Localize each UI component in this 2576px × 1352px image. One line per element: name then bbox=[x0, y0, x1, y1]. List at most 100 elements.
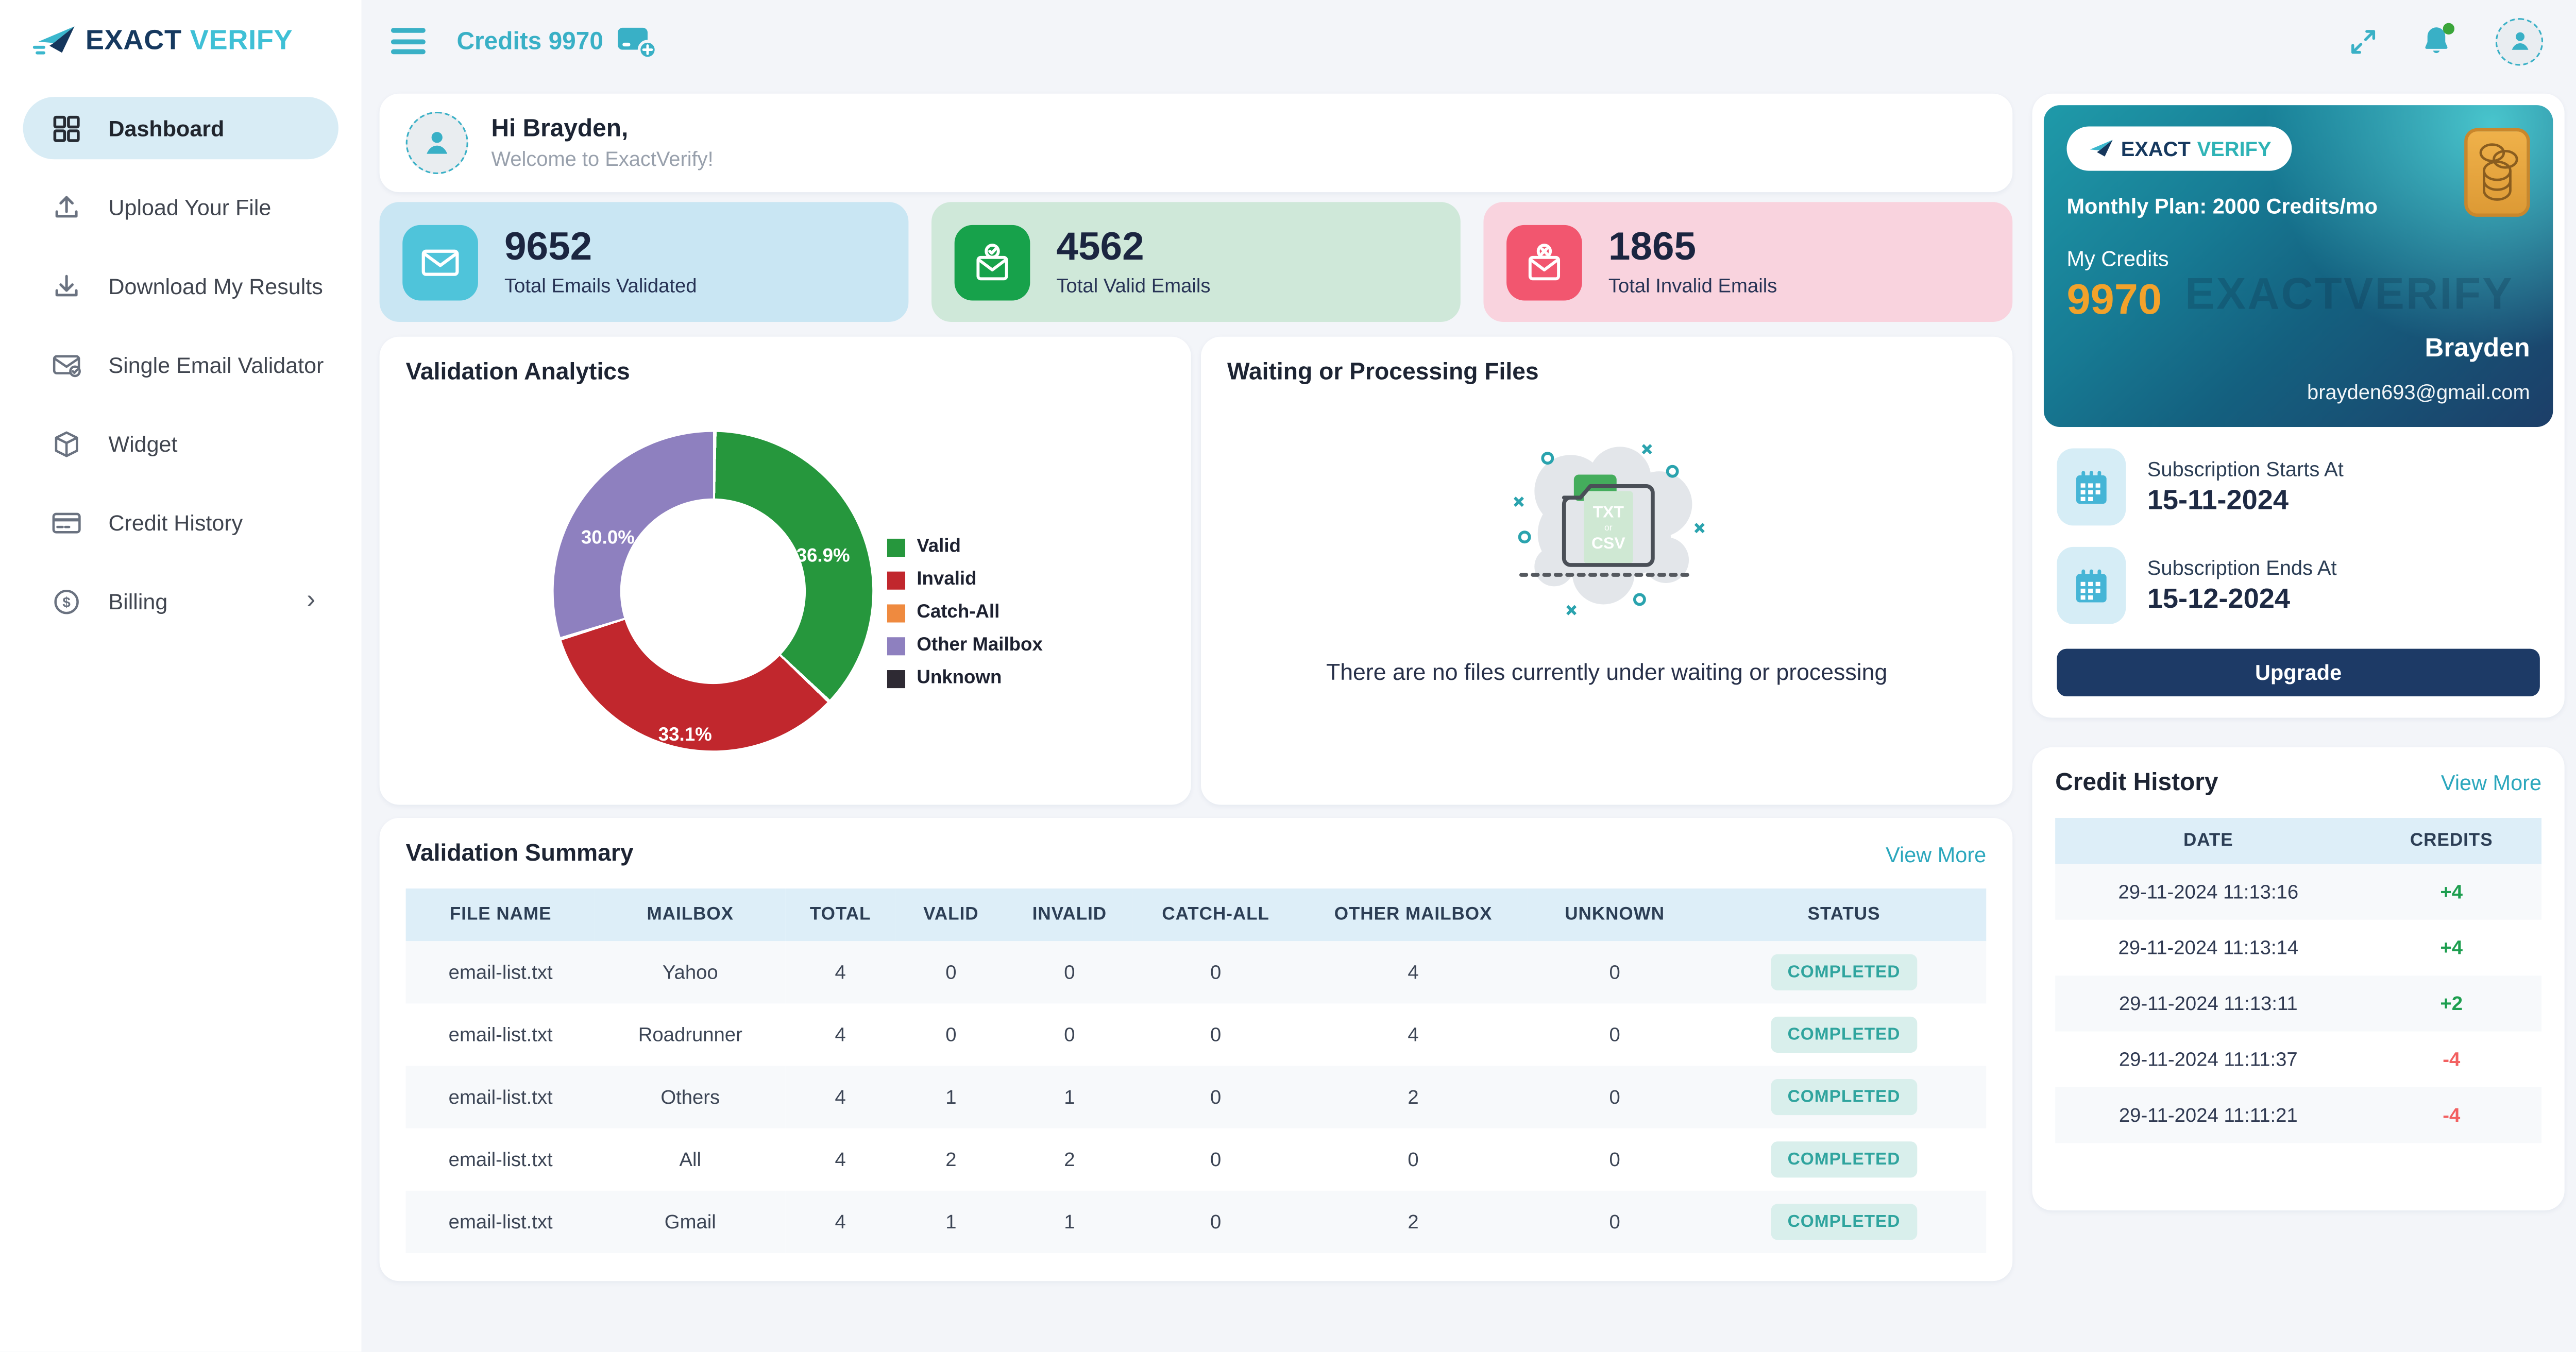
sidebar-item-billing[interactable]: $ Billing › bbox=[23, 570, 338, 632]
table-cell: All bbox=[596, 1128, 785, 1191]
credit-history-row: 29-11-2024 11:13:14+4 bbox=[2055, 920, 2541, 976]
topbar: Credits 9970 bbox=[362, 0, 2576, 82]
panel-title: Validation Analytics bbox=[406, 360, 1165, 386]
legend-item[interactable]: Unknown bbox=[887, 669, 1043, 688]
legend-item[interactable]: Valid bbox=[887, 537, 1043, 557]
credit-date: 29-11-2024 11:11:21 bbox=[2055, 1104, 2361, 1127]
widget-box-icon bbox=[51, 428, 82, 459]
view-more-link[interactable]: View More bbox=[1886, 842, 1986, 866]
credit-amount: -4 bbox=[2361, 1048, 2541, 1071]
fullscreen-button[interactable] bbox=[2349, 27, 2377, 55]
subscription-panel: EXACTVERIFY Monthly Plan: 2000 Credits/m… bbox=[2032, 94, 2565, 718]
email-check-icon bbox=[51, 349, 82, 381]
table-cell: 0 bbox=[1528, 1128, 1701, 1191]
column-header: TOTAL bbox=[785, 888, 896, 941]
monthly-plan-text: Monthly Plan: 2000 Credits/mo bbox=[2066, 194, 2530, 218]
legend-label: Unknown bbox=[917, 669, 1002, 688]
credit-date: 29-11-2024 11:13:14 bbox=[2055, 936, 2361, 960]
paper-plane-logo-icon bbox=[33, 23, 77, 58]
legend-swatch bbox=[887, 637, 905, 655]
table-cell: 4 bbox=[1299, 941, 1528, 1003]
sidebar-item-widget[interactable]: Widget bbox=[23, 412, 338, 474]
person-icon bbox=[420, 127, 453, 160]
welcome-subtitle: Welcome to ExactVerify! bbox=[491, 146, 713, 173]
svg-text:CSV: CSV bbox=[1591, 534, 1625, 552]
sidebar-item-dashboard[interactable]: Dashboard bbox=[23, 97, 338, 159]
legend-swatch bbox=[887, 604, 905, 622]
legend-item[interactable]: Catch-All bbox=[887, 603, 1043, 622]
table-cell: 0 bbox=[1133, 1128, 1299, 1191]
stat-total-valid: 4562 Total Valid Emails bbox=[931, 202, 1461, 322]
table-cell: 2 bbox=[1299, 1066, 1528, 1128]
dashboard-page: EXACTVERIFY Dashboard Upload Your File bbox=[0, 0, 2576, 1352]
table-cell: email-list.txt bbox=[406, 1003, 596, 1066]
brand-logo[interactable]: EXACTVERIFY bbox=[0, 0, 362, 74]
table-cell: 0 bbox=[896, 941, 1007, 1003]
stat-value: 9652 bbox=[504, 226, 697, 269]
credits-chip[interactable]: Credits 9970 bbox=[456, 24, 657, 58]
stat-label: Total Invalid Emails bbox=[1608, 275, 1777, 298]
svg-text:$: $ bbox=[62, 593, 71, 609]
donut-chart: 36.9% 33.1% 30.0% bbox=[554, 432, 873, 751]
credit-amount: +4 bbox=[2361, 880, 2541, 903]
credit-history-panel: Credit History View More DATE CREDITS 29… bbox=[2032, 747, 2565, 1210]
credit-amount: -4 bbox=[2361, 1104, 2541, 1127]
notification-badge bbox=[2443, 23, 2454, 35]
table-cell: email-list.txt bbox=[406, 941, 596, 1003]
legend-label: Catch-All bbox=[917, 603, 999, 622]
status-badge: COMPLETED bbox=[1771, 954, 1917, 990]
column-header: VALID bbox=[896, 888, 1007, 941]
brand-name-primary: EXACT bbox=[86, 24, 182, 57]
brand-name-primary: EXACT bbox=[2121, 137, 2191, 160]
table-cell: 4 bbox=[1299, 1003, 1528, 1066]
table-row: email-list.txtGmail411020COMPLETED bbox=[406, 1191, 1987, 1253]
column-header: FILE NAME bbox=[406, 888, 596, 941]
sidebar-item-label: Billing bbox=[108, 589, 167, 613]
table-row: email-list.txtAll422000COMPLETED bbox=[406, 1128, 1987, 1191]
stat-total-validated: 9652 Total Emails Validated bbox=[380, 202, 909, 322]
avatar bbox=[406, 112, 468, 174]
table-cell: 0 bbox=[896, 1003, 1007, 1066]
status-badge: COMPLETED bbox=[1771, 1017, 1917, 1053]
sidebar-item-download-my-results[interactable]: Download My Results bbox=[23, 254, 338, 317]
envelope-icon bbox=[402, 224, 478, 300]
sidebar-item-single-email-validator[interactable]: Single Email Validator bbox=[23, 333, 338, 396]
user-menu-button[interactable] bbox=[2496, 17, 2543, 64]
credit-date: 29-11-2024 11:13:11 bbox=[2055, 992, 2361, 1015]
sidebar-item-label: Widget bbox=[108, 431, 177, 456]
donut-ring bbox=[554, 432, 873, 751]
status-cell: COMPLETED bbox=[1702, 1128, 1986, 1191]
table-cell: 4 bbox=[785, 1066, 896, 1128]
welcome-card: Hi Brayden, Welcome to ExactVerify! bbox=[380, 94, 2013, 192]
table-cell: 2 bbox=[1299, 1191, 1528, 1253]
credits-label: Credits 9970 bbox=[456, 27, 603, 55]
sidebar-item-credit-history[interactable]: Credit History bbox=[23, 491, 338, 553]
subscription-start-date: 15-11-2024 bbox=[2147, 484, 2344, 517]
stat-cards: 9652 Total Emails Validated 4562 Total V… bbox=[380, 202, 2013, 322]
upgrade-button[interactable]: Upgrade bbox=[2057, 649, 2540, 696]
empty-folder-illustration: TXT or CSV bbox=[1476, 429, 1738, 622]
validation-summary-table: FILE NAMEMAILBOXTOTALVALIDINVALIDCATCH-A… bbox=[406, 888, 1987, 1253]
column-header: OTHER MAILBOX bbox=[1299, 888, 1528, 941]
notifications-button[interactable] bbox=[2420, 25, 2453, 58]
credit-history-row: 29-11-2024 11:13:16+4 bbox=[2055, 864, 2541, 919]
table-cell: 0 bbox=[1133, 941, 1299, 1003]
sidebar-item-upload-your-file[interactable]: Upload Your File bbox=[23, 176, 338, 238]
legend-item[interactable]: Invalid bbox=[887, 570, 1043, 590]
stat-value: 4562 bbox=[1056, 226, 1210, 269]
table-cell: email-list.txt bbox=[406, 1128, 596, 1191]
status-cell: COMPLETED bbox=[1702, 1191, 1986, 1253]
menu-toggle-button[interactable] bbox=[391, 28, 426, 54]
credit-card-icon bbox=[51, 507, 82, 538]
coins-icon bbox=[2464, 128, 2530, 217]
view-more-link[interactable]: View More bbox=[2441, 771, 2541, 795]
plan-credit-card: EXACTVERIFY Monthly Plan: 2000 Credits/m… bbox=[2044, 105, 2553, 427]
sidebar-nav: Dashboard Upload Your File Download My R… bbox=[0, 97, 362, 632]
credit-history-table: DATE CREDITS 29-11-2024 11:13:16+429-11-… bbox=[2055, 818, 2541, 1143]
my-credits-value: 9970 bbox=[2066, 275, 2530, 326]
subscription-end-label: Subscription Ends At bbox=[2147, 556, 2337, 579]
legend-item[interactable]: Other Mailbox bbox=[887, 636, 1043, 655]
status-cell: COMPLETED bbox=[1702, 941, 1986, 1003]
waiting-processing-panel: Waiting or Processing Files TXT or CSV bbox=[1201, 337, 2012, 805]
add-credits-card-icon bbox=[616, 24, 657, 58]
